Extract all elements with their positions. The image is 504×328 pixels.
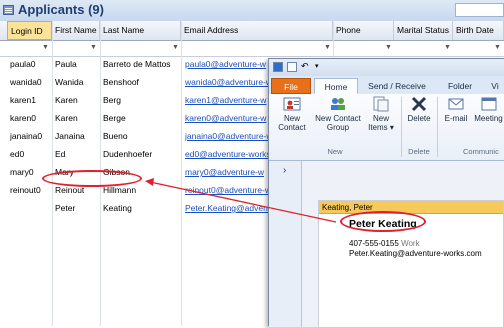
annotation-arrow: [145, 178, 337, 223]
